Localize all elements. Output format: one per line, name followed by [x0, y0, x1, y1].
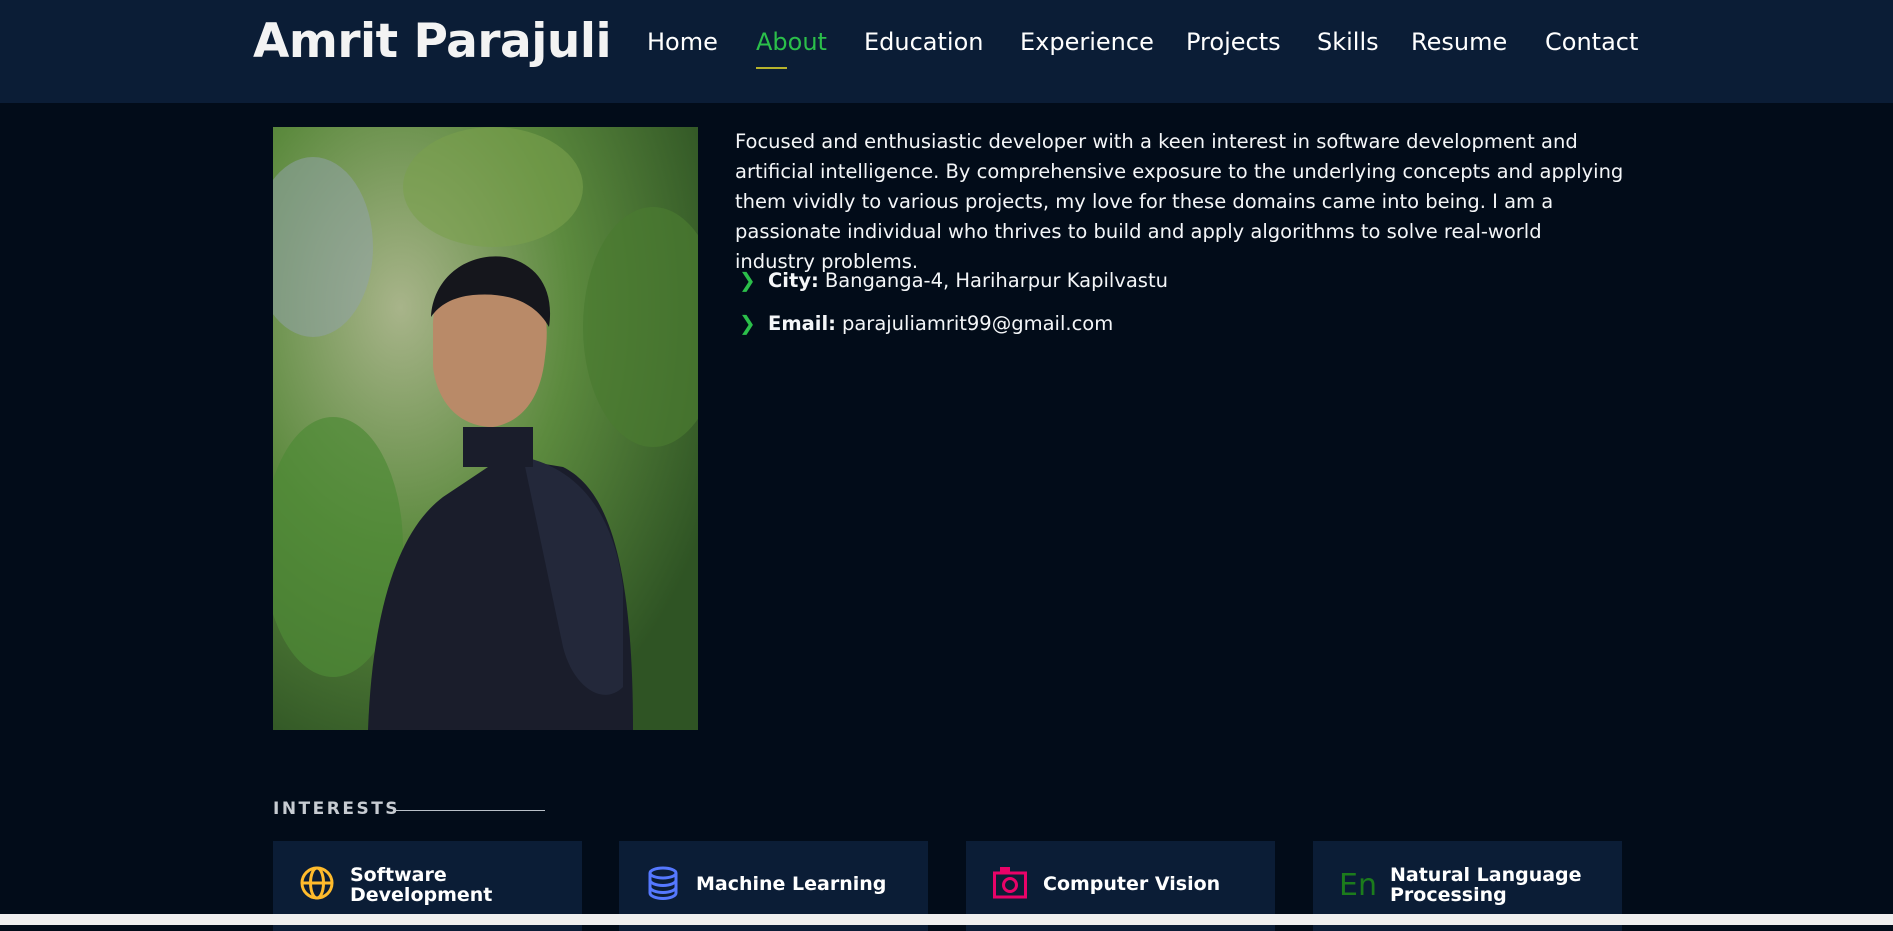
- nav-resume[interactable]: Resume: [1411, 28, 1507, 56]
- database-icon: [645, 865, 681, 901]
- nav-skills[interactable]: Skills: [1317, 28, 1379, 56]
- email-value[interactable]: parajuliamrit99@gmail.com: [842, 312, 1113, 335]
- language-icon: En: [1339, 865, 1377, 903]
- nav-experience[interactable]: Experience: [1020, 28, 1154, 56]
- city-label: City:: [768, 268, 819, 292]
- city-row: ❯ City: Banganga-4, Hariharpur Kapilvast…: [735, 268, 1168, 292]
- nav-home[interactable]: Home: [647, 28, 718, 56]
- interests-title: INTERESTS: [273, 799, 401, 819]
- active-nav-underline: [756, 67, 787, 69]
- site-header: Amrit Parajuli Home About Education Expe…: [0, 0, 1893, 103]
- globe-icon: [299, 865, 335, 901]
- about-bio: Focused and enthusiastic developer with …: [735, 130, 1624, 273]
- profile-photo: [273, 127, 698, 730]
- nav-education[interactable]: Education: [864, 28, 983, 56]
- city-value: Banganga-4, Hariharpur Kapilvastu: [824, 268, 1168, 292]
- nav-projects[interactable]: Projects: [1186, 28, 1281, 56]
- nav-contact[interactable]: Contact: [1545, 28, 1638, 56]
- nav-about[interactable]: About: [756, 28, 827, 56]
- svg-text:En: En: [1339, 868, 1377, 901]
- chevron-right-icon: ❯: [739, 311, 756, 335]
- chevron-right-icon: ❯: [739, 268, 756, 292]
- email-row: ❯ Email: parajuliamrit99@gmail.com: [735, 311, 1113, 335]
- browser-bottom-bar: [0, 914, 1893, 925]
- camera-icon: [992, 865, 1028, 901]
- interest-label: Natural Language Processing: [1390, 864, 1582, 906]
- site-logo[interactable]: Amrit Parajuli: [253, 14, 612, 69]
- interest-label: Software Development: [350, 864, 493, 906]
- interest-label: Computer Vision: [1043, 873, 1221, 895]
- email-label: Email:: [768, 311, 836, 335]
- interest-label: Machine Learning: [696, 873, 887, 895]
- interests-title-divider: [395, 810, 545, 811]
